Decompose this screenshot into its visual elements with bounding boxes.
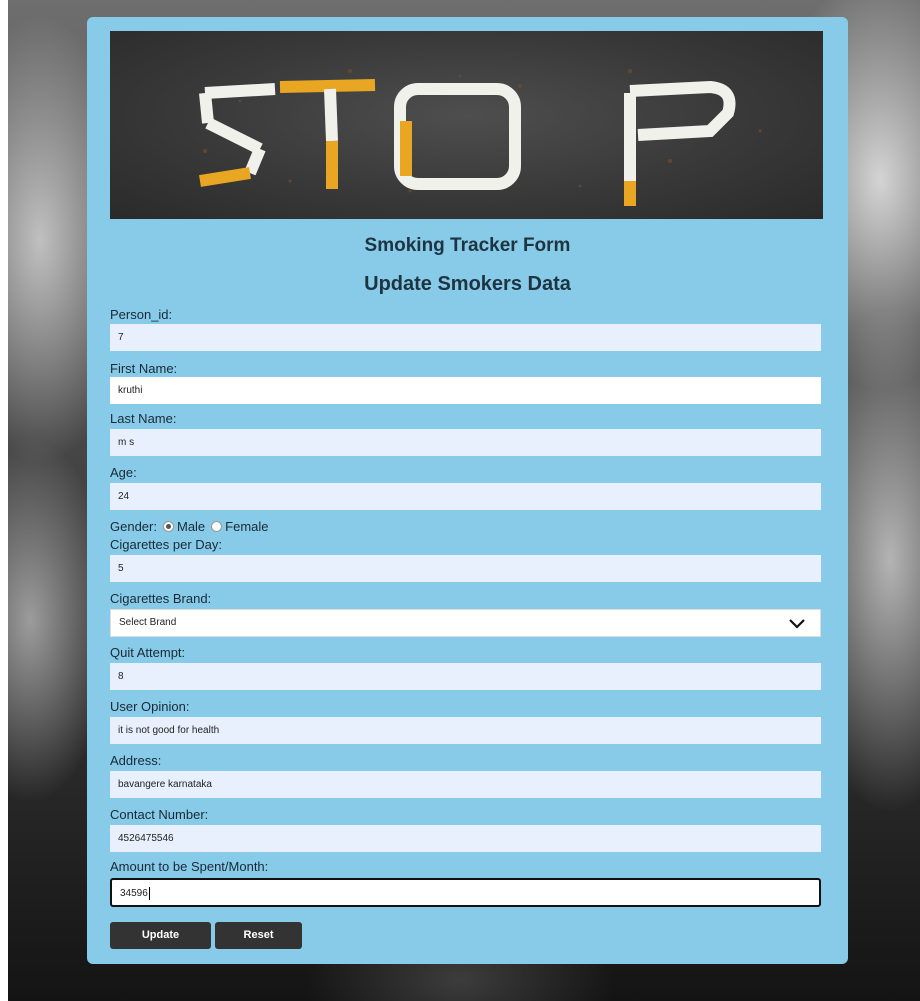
cigarettes-per-day-label: Cigarettes per Day: xyxy=(110,537,222,552)
address-input[interactable]: bavangere karnataka xyxy=(110,771,821,798)
reset-button[interactable]: Reset xyxy=(215,922,302,949)
last-name-label: Last Name: xyxy=(110,411,177,426)
contact-number-input[interactable]: 4526475546 xyxy=(110,825,821,852)
user-opinion-label: User Opinion: xyxy=(110,699,190,714)
cigarettes-brand-label: Cigarettes Brand: xyxy=(110,591,212,606)
quit-attempt-input[interactable]: 8 xyxy=(110,663,821,690)
age-label: Age: xyxy=(110,465,137,480)
person-id-input[interactable]: 7 xyxy=(110,324,821,351)
form-subtitle: Update Smokers Data xyxy=(364,273,571,295)
cigarettes-per-day-input[interactable]: 5 xyxy=(110,555,821,582)
gender-male-label[interactable]: Male xyxy=(177,519,205,534)
amount-per-month-value: 34596 xyxy=(120,888,148,899)
amount-per-month-input[interactable]: 34596 xyxy=(110,878,821,907)
quit-attempt-label: Quit Attempt: xyxy=(110,645,186,660)
cigarettes-brand-selected: Select Brand xyxy=(119,617,177,628)
chevron-down-icon[interactable] xyxy=(788,618,806,629)
amount-per-month-label: Amount to be Spent/Month: xyxy=(110,859,269,874)
gender-male-radio[interactable] xyxy=(162,521,174,532)
gender-label: Gender: xyxy=(110,519,157,534)
cigarettes-brand-select[interactable]: Select Brand xyxy=(110,609,821,637)
stop-smoking-banner xyxy=(110,31,823,219)
contact-number-label: Contact Number: xyxy=(110,807,209,822)
age-input[interactable]: 24 xyxy=(110,483,821,510)
gender-group: Gender: Male Female xyxy=(110,519,269,534)
first-name-input[interactable]: kruthi xyxy=(110,377,821,404)
update-button[interactable]: Update xyxy=(110,922,211,949)
first-name-label: First Name: xyxy=(110,361,178,376)
text-caret xyxy=(148,886,150,900)
form-card: Smoking Tracker Form Update Smokers Data… xyxy=(87,17,848,964)
page-edge xyxy=(0,0,8,1001)
person-id-label: Person_id: xyxy=(110,307,173,322)
stop-cigarettes-image xyxy=(199,69,762,206)
last-name-input[interactable]: m s xyxy=(110,429,821,456)
user-opinion-input[interactable]: it is not good for health xyxy=(110,717,821,744)
address-label: Address: xyxy=(110,753,162,768)
gender-female-radio[interactable] xyxy=(211,521,223,532)
gender-female-label[interactable]: Female xyxy=(225,519,268,534)
form-title: Smoking Tracker Form xyxy=(364,235,571,256)
